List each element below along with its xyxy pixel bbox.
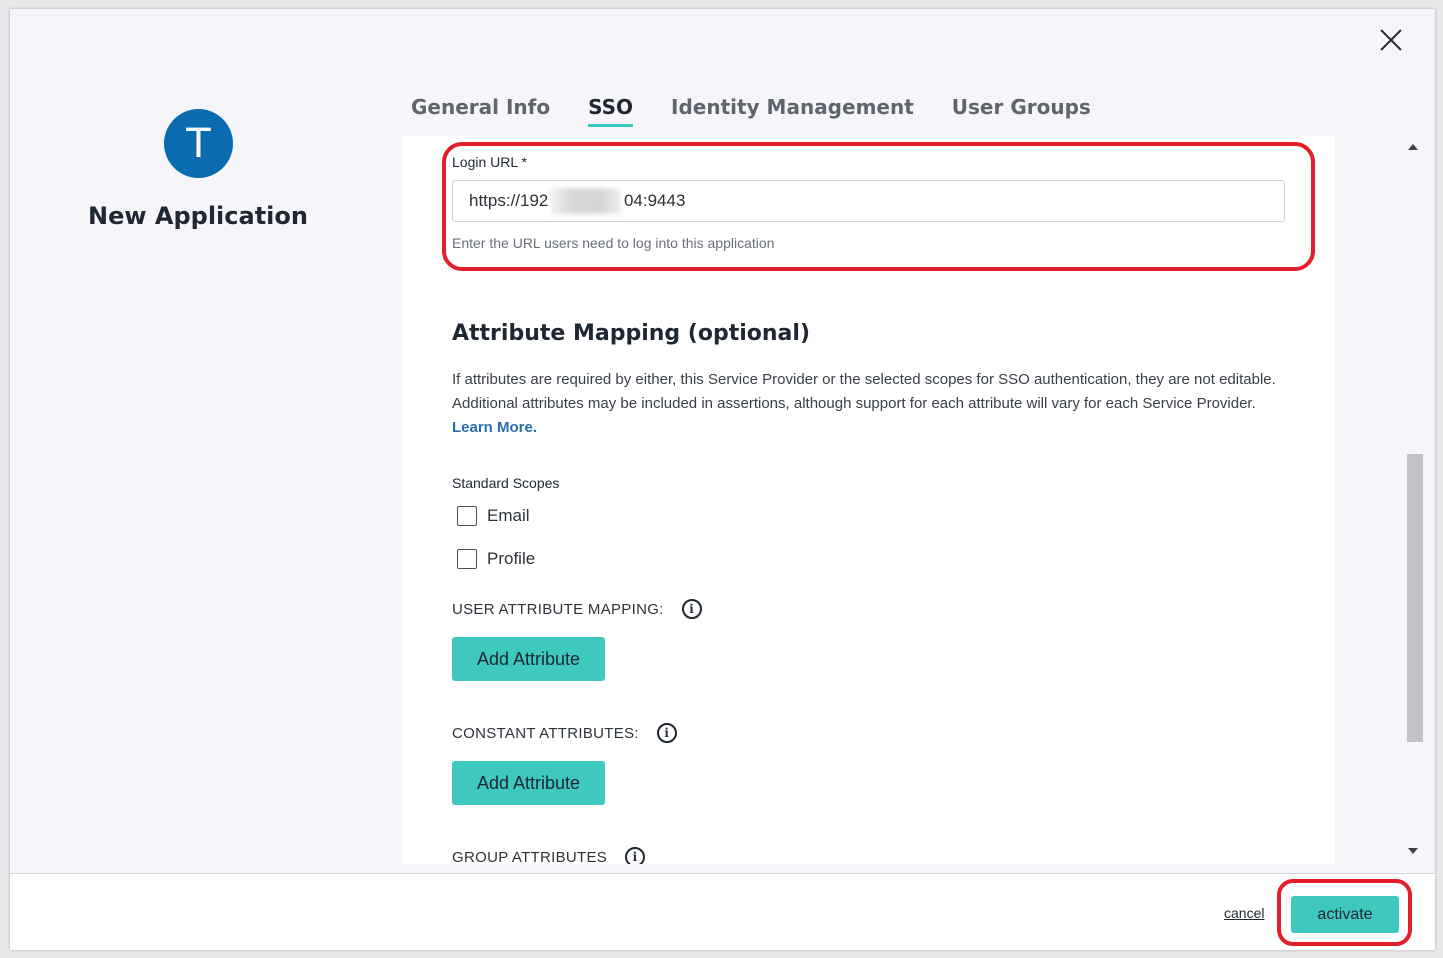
- email-checkbox[interactable]: [457, 506, 477, 526]
- tab-user-groups[interactable]: User Groups: [952, 93, 1091, 127]
- profile-label: Profile: [487, 549, 536, 568]
- scroll-down-arrow-icon[interactable]: [1408, 848, 1418, 854]
- profile-scope-option[interactable]: Profile: [457, 549, 535, 569]
- avatar-letter: T: [186, 120, 211, 167]
- info-icon[interactable]: i: [656, 723, 677, 743]
- attribute-mapping-description: If attributes are required by either, th…: [452, 368, 1292, 440]
- tab-bar: General Info SSO Identity Management Use…: [411, 93, 1129, 129]
- scrollbar-thumb[interactable]: [1407, 454, 1423, 742]
- login-url-label: Login URL *: [452, 154, 527, 170]
- user-attribute-mapping-text: USER ATTRIBUTE MAPPING:: [452, 600, 664, 618]
- constant-attributes-text: CONSTANT ATTRIBUTES:: [452, 724, 639, 742]
- add-constant-attribute-button[interactable]: Add Attribute: [452, 761, 605, 805]
- sso-content-panel: Login URL * Enter the URL users need to …: [402, 136, 1335, 864]
- attribute-mapping-title: Attribute Mapping (optional): [452, 321, 810, 346]
- tab-identity-management[interactable]: Identity Management: [671, 93, 914, 127]
- cancel-link[interactable]: cancel: [1224, 905, 1264, 921]
- info-icon[interactable]: i: [681, 599, 702, 619]
- group-attributes-text: GROUP ATTRIBUTES: [452, 848, 608, 865]
- modal-footer: cancel activate: [10, 873, 1435, 950]
- activate-button[interactable]: activate: [1291, 896, 1399, 933]
- description-text: If attributes are required by either, th…: [452, 371, 1276, 412]
- redaction-blur: [551, 188, 621, 214]
- tab-sso[interactable]: SSO: [588, 93, 634, 127]
- profile-checkbox[interactable]: [457, 549, 477, 569]
- standard-scopes-label: Standard Scopes: [452, 475, 560, 491]
- close-icon[interactable]: [1378, 27, 1404, 53]
- learn-more-link[interactable]: Learn More.: [452, 419, 537, 436]
- tab-general-info[interactable]: General Info: [411, 93, 550, 127]
- app-name: New Application: [88, 202, 308, 230]
- info-icon[interactable]: i: [625, 847, 646, 864]
- login-url-help: Enter the URL users need to log into thi…: [452, 235, 775, 251]
- add-user-attribute-button[interactable]: Add Attribute: [452, 637, 605, 681]
- email-scope-option[interactable]: Email: [457, 506, 530, 526]
- group-attributes-label: GROUP ATTRIBUTES i: [452, 847, 646, 865]
- app-avatar: T: [164, 109, 233, 178]
- email-label: Email: [487, 506, 530, 525]
- user-attribute-mapping-label: USER ATTRIBUTE MAPPING: i: [452, 599, 702, 619]
- constant-attributes-label: CONSTANT ATTRIBUTES: i: [452, 723, 677, 743]
- scroll-up-arrow-icon[interactable]: [1408, 144, 1418, 150]
